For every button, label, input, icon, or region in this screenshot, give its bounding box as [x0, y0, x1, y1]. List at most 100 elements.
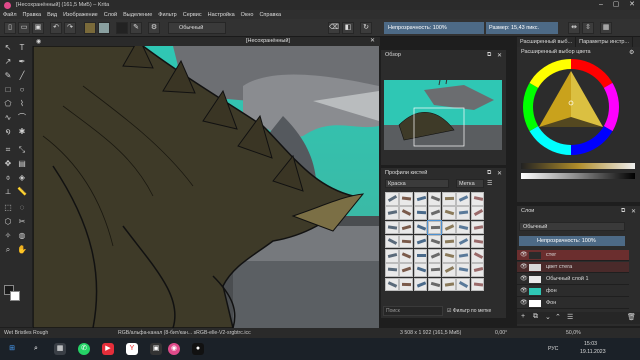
obs-icon[interactable]: ● [192, 343, 204, 355]
brush-preset-thumbnail[interactable] [399, 249, 413, 263]
search-icon[interactable]: ⌕ [30, 343, 42, 355]
brush-tag-button[interactable]: Метка [456, 179, 484, 188]
brush-size-slider[interactable]: Размер: 15,43 пикс. [486, 22, 558, 34]
overview-thumbnail[interactable] [384, 80, 502, 150]
brush-preset-thumbnail[interactable] [456, 206, 470, 220]
polygon-tool-icon[interactable]: ⬠ [3, 99, 13, 109]
canvas[interactable] [33, 46, 379, 328]
close-document-icon[interactable]: ✕ [370, 37, 375, 46]
canvas-document-tab[interactable]: [Несохранённый] [246, 37, 326, 46]
eye-icon[interactable]: 👁 [520, 298, 528, 309]
mirror-vertical-icon[interactable]: ⇳ [582, 22, 594, 34]
tab-tool-options[interactable]: Параметры инстр... [576, 37, 634, 47]
eraser-mode-icon[interactable]: ⌫ [328, 22, 340, 34]
eye-icon[interactable]: 👁 [520, 274, 528, 285]
brush-preset-thumbnail[interactable] [427, 234, 442, 249]
brush-preset-thumbnail[interactable] [442, 206, 456, 220]
brush-preset-thumbnail[interactable] [470, 234, 485, 249]
bezier-tool-icon[interactable]: ∿ [3, 113, 13, 123]
select-shapes-tool-icon[interactable]: ↖ [3, 43, 13, 53]
minimize-button[interactable]: – [594, 0, 608, 10]
assistant-tool-icon[interactable]: ⟂ [3, 187, 13, 197]
rectangle-tool-icon[interactable]: □ [3, 85, 13, 95]
layer-row[interactable]: 👁 Фон [517, 298, 629, 309]
eye-icon[interactable]: 👁 [520, 250, 528, 261]
brush-preset-thumbnail[interactable] [399, 234, 413, 249]
file-explorer-icon[interactable]: ▦ [54, 343, 66, 355]
pan-tool-icon[interactable]: ✋ [17, 245, 27, 255]
brush-preset-thumbnail[interactable] [470, 206, 485, 220]
brush-preset-thumbnail[interactable] [470, 249, 485, 263]
menu-filter[interactable]: Фильтр [155, 12, 179, 18]
brush-preset-thumbnail[interactable] [399, 220, 413, 235]
brush-preset-thumbnail[interactable] [399, 206, 413, 220]
brush-preset-thumbnail[interactable] [456, 277, 470, 292]
wrap-around-icon[interactable]: ▦ [600, 22, 612, 34]
menu-image[interactable]: Изображение [60, 12, 101, 18]
tab-advanced-color-selector[interactable]: Расширенный выб... [517, 37, 577, 47]
tray-time[interactable]: 15:03 [584, 341, 597, 347]
foreground-color-swatch[interactable] [116, 22, 128, 34]
freehand-select-tool-icon[interactable]: ✂ [17, 217, 27, 227]
ellipse-select-tool-icon[interactable]: ◌ [17, 203, 27, 213]
menu-layer[interactable]: Слой [101, 12, 120, 18]
color-gradient-slider[interactable] [521, 163, 635, 169]
multibrush-tool-icon[interactable]: ✱ [17, 127, 27, 137]
brush-preset-thumbnail[interactable] [427, 206, 442, 220]
new-document-icon[interactable]: ▯ [4, 22, 16, 34]
alpha-lock-icon[interactable]: ◧ [342, 22, 354, 34]
redo-icon[interactable]: ↷ [64, 22, 76, 34]
brush-preset-thumbnail[interactable] [427, 277, 442, 292]
blend-mode-select[interactable]: Обычный [168, 22, 226, 34]
tray-date[interactable]: 19.11.2023 [580, 349, 606, 355]
brush-tag-select[interactable]: Краска [385, 179, 449, 188]
brush-preset-thumbnail[interactable] [442, 249, 456, 263]
layer-row[interactable]: 👁 фон [517, 286, 629, 297]
brush-preset-thumbnail[interactable] [385, 249, 399, 263]
close-docker-icon[interactable]: ✕ [497, 52, 502, 59]
brush-preset-thumbnail[interactable] [399, 192, 413, 206]
brush-preset-icon[interactable]: ✎ [130, 22, 142, 34]
color-selector-settings-icon[interactable]: ⚙ [629, 49, 634, 56]
fill-tool-icon[interactable]: ◈ [17, 173, 27, 183]
brush-preset-thumbnail[interactable] [413, 220, 428, 235]
menu-help[interactable]: Справка [256, 12, 284, 18]
layer-properties-icon[interactable]: ☰ [567, 313, 573, 321]
youtube-icon[interactable]: ▶ [102, 343, 114, 355]
line-tool-icon[interactable]: ╱ [17, 71, 27, 81]
move-tool-icon[interactable]: ✥ [3, 159, 13, 169]
brush-preset-thumbnail[interactable] [470, 220, 485, 235]
contiguous-select-tool-icon[interactable]: ✧ [3, 231, 13, 241]
brush-preset-thumbnail[interactable] [399, 277, 413, 292]
brush-preset-thumbnail[interactable] [456, 234, 470, 249]
close-docker-icon[interactable]: ✕ [631, 208, 636, 215]
windows-start-icon[interactable]: ⊞ [6, 343, 18, 355]
brush-preset-thumbnail[interactable] [413, 206, 428, 220]
brush-preset-thumbnail[interactable] [385, 234, 399, 249]
tray-language[interactable]: РУС [548, 346, 558, 352]
undo-icon[interactable]: ↶ [50, 22, 62, 34]
brush-preset-thumbnail[interactable] [385, 277, 399, 292]
yandex-browser-icon[interactable]: Y [126, 343, 138, 355]
filter-by-tag-checkbox[interactable]: ☑ Фильтр по метке [447, 307, 505, 315]
brush-preset-thumbnail[interactable] [442, 234, 456, 249]
pattern-swatch-icon[interactable] [98, 22, 110, 34]
whatsapp-icon[interactable]: ✆ [78, 343, 90, 355]
brush-preset-thumbnail[interactable] [442, 277, 456, 292]
layer-row[interactable]: 👁 Обычный слой 1 [517, 274, 629, 285]
eye-icon[interactable]: 👁 [520, 286, 528, 297]
opacity-slider[interactable]: Непрозрачность: 100% [384, 22, 484, 34]
brush-preset-thumbnail[interactable] [442, 220, 456, 235]
brush-preset-thumbnail[interactable] [426, 219, 443, 236]
maximize-button[interactable]: ▢ [609, 0, 623, 10]
brush-preset-thumbnail[interactable] [427, 249, 442, 263]
duplicate-layer-icon[interactable]: ⧉ [533, 313, 538, 321]
move-layer-down-icon[interactable]: ⌄ [545, 313, 551, 321]
brush-preset-thumbnail[interactable] [427, 192, 442, 206]
mirror-horizontal-icon[interactable]: ⇹ [568, 22, 580, 34]
value-slider[interactable] [521, 173, 635, 179]
brush-preset-thumbnail[interactable] [456, 192, 470, 206]
brush-preset-thumbnail[interactable] [456, 263, 470, 277]
layer-row[interactable]: 👁 цвет стега [517, 262, 629, 273]
menu-edit[interactable]: Правка [20, 12, 45, 18]
